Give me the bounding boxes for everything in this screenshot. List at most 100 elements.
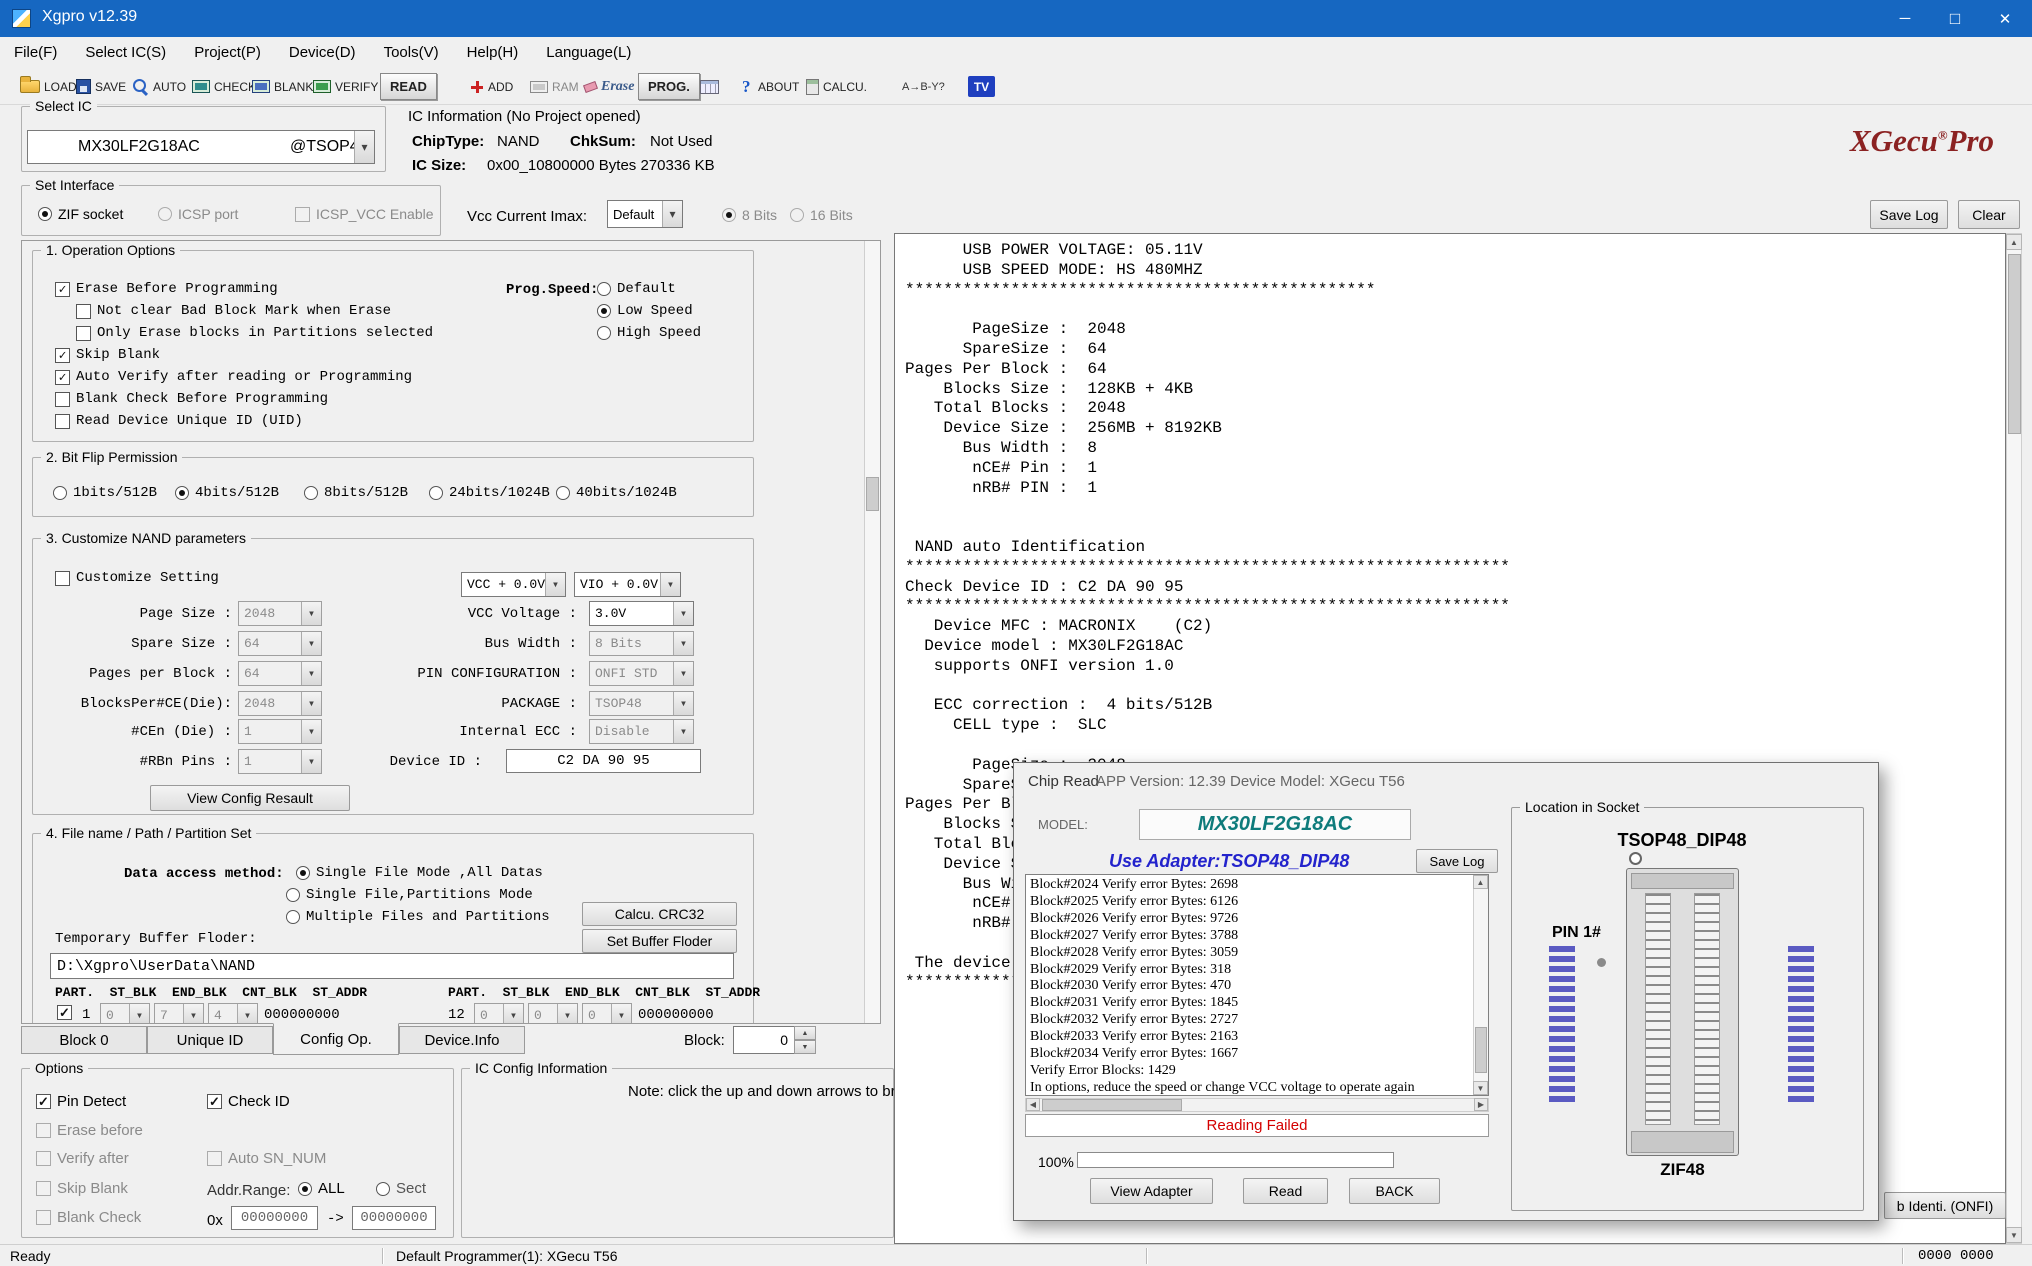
dropdown-arrow[interactable]: [301, 720, 321, 743]
scrollbar-thumb[interactable]: [1475, 1027, 1487, 1073]
vcc-offset-combobox[interactable]: VCC + 0.0V: [461, 572, 566, 597]
save-button[interactable]: SAVE: [76, 73, 126, 100]
scroll-down-arrow[interactable]: [1473, 1081, 1488, 1095]
dropdown-arrow[interactable]: [503, 1004, 523, 1024]
page-size-combobox[interactable]: 2048: [238, 601, 322, 626]
vcc-imax-combobox[interactable]: Default: [607, 200, 683, 228]
check-id-checkbox[interactable]: Check ID: [207, 1093, 290, 1110]
multiple-files-partitions-radio[interactable]: Multiple Files and Partitions: [286, 909, 550, 925]
calc-crc32-button[interactable]: Calcu. CRC32: [582, 902, 737, 926]
prog-button[interactable]: PROG.: [638, 73, 700, 100]
cen-die-combobox[interactable]: 1: [238, 719, 322, 744]
skip-blank-option-checkbox[interactable]: Skip Blank: [36, 1180, 128, 1197]
single-file-mode-radio[interactable]: Single File Mode ,All Datas: [296, 865, 543, 881]
select-ic-combobox[interactable]: MX30LF2G18AC @TSOP48: [27, 130, 375, 164]
scroll-left-arrow[interactable]: [1026, 1098, 1040, 1111]
vcc-imax-dropdown-arrow[interactable]: [662, 201, 682, 227]
menu-device[interactable]: Device(D): [275, 37, 370, 68]
dropdown-arrow[interactable]: [183, 1004, 203, 1024]
partition-row-checkbox[interactable]: [57, 1005, 72, 1020]
dropdown-arrow[interactable]: [301, 602, 321, 625]
pin-detect-checkbox[interactable]: Pin Detect: [36, 1093, 126, 1110]
blank-check-before-checkbox[interactable]: Blank Check Before Programming: [55, 391, 328, 407]
blank-button[interactable]: BLANK: [252, 73, 313, 100]
verify-error-list[interactable]: Block#2024 Verify error Bytes: 2698 Bloc…: [1025, 874, 1489, 1096]
erase-before-programming-checkbox[interactable]: Erase Before Programming: [55, 281, 278, 297]
menu-tools[interactable]: Tools(V): [370, 37, 453, 68]
partition-stblk-left[interactable]: 0: [100, 1003, 150, 1024]
icsp-port-radio[interactable]: ICSP port: [158, 206, 238, 222]
aby-button[interactable]: A→B-Y?: [902, 73, 945, 100]
dropdown-arrow[interactable]: [237, 1004, 257, 1024]
blank-check-checkbox[interactable]: Blank Check: [36, 1209, 141, 1226]
bitflip-24bits-radio[interactable]: 24bits/1024B: [429, 485, 550, 501]
single-file-partitions-radio[interactable]: Single File,Partitions Mode: [286, 887, 533, 903]
partition-stblk-right[interactable]: 0: [474, 1003, 524, 1024]
tab-unique-id[interactable]: Unique ID: [147, 1026, 273, 1054]
skip-blank-checkbox[interactable]: Skip Blank: [55, 347, 160, 363]
dropdown-arrow[interactable]: [557, 1004, 577, 1024]
vio-offset-combobox[interactable]: VIO + 0.0V: [574, 572, 681, 597]
scrollbar-thumb[interactable]: [2008, 254, 2021, 434]
blocks-per-ce-combobox[interactable]: 2048: [238, 691, 322, 716]
set-buffer-folder-button[interactable]: Set Buffer Floder: [582, 929, 737, 953]
minimize-button[interactable]: [1880, 0, 1930, 37]
grid-button[interactable]: [700, 73, 719, 100]
save-log-button[interactable]: Save Log: [1870, 200, 1948, 229]
scroll-down-arrow[interactable]: [2006, 1227, 2022, 1243]
dropdown-arrow[interactable]: [301, 662, 321, 685]
dropdown-arrow[interactable]: [301, 692, 321, 715]
menu-help[interactable]: Help(H): [453, 37, 533, 68]
partition-cntblk-right[interactable]: 0: [582, 1003, 632, 1024]
dropdown-arrow[interactable]: [129, 1004, 149, 1024]
dropdown-arrow[interactable]: [660, 573, 680, 596]
partition-endblk-right[interactable]: 0: [528, 1003, 578, 1024]
scroll-up-arrow[interactable]: [2006, 234, 2022, 250]
speed-low-radio[interactable]: Low Speed: [597, 303, 693, 319]
console-scrollbar[interactable]: [2006, 233, 2022, 1244]
auto-verify-checkbox[interactable]: Auto Verify after reading or Programming: [55, 369, 412, 385]
list-h-scrollbar[interactable]: [1025, 1098, 1489, 1112]
bitflip-1bits-radio[interactable]: 1bits/512B: [53, 485, 157, 501]
dialog-save-log-button[interactable]: Save Log: [1416, 849, 1498, 873]
speed-high-radio[interactable]: High Speed: [597, 325, 701, 341]
vcc-voltage-combobox[interactable]: 3.0V: [589, 601, 694, 626]
buffer-path-field[interactable]: D:\Xgpro\UserData\NAND: [50, 953, 734, 979]
internal-ecc-combobox[interactable]: Disable: [589, 719, 694, 744]
auto-sn-checkbox[interactable]: Auto SN_NUM: [207, 1150, 326, 1167]
addr-all-radio[interactable]: ALL: [298, 1180, 345, 1197]
read-button[interactable]: READ: [380, 73, 437, 100]
menu-select-ic[interactable]: Select IC(S): [71, 37, 180, 68]
ram-button[interactable]: RAM: [530, 73, 579, 100]
block-spin-down[interactable]: [794, 1040, 816, 1054]
verify-after-checkbox[interactable]: Verify after: [36, 1150, 129, 1167]
select-ic-dropdown-arrow[interactable]: [354, 131, 374, 163]
addr-from-field[interactable]: 00000000: [231, 1206, 318, 1230]
back-button[interactable]: BACK: [1349, 1178, 1440, 1204]
bitflip-4bits-radio[interactable]: 4bits/512B: [175, 485, 279, 501]
speed-default-radio[interactable]: Default: [597, 281, 676, 297]
tab-config-op[interactable]: Config Op.: [273, 1023, 399, 1055]
add-button[interactable]: ADD: [470, 73, 513, 100]
bitflip-8bits-radio[interactable]: 8bits/512B: [304, 485, 408, 501]
partition-cntblk-left[interactable]: 4: [208, 1003, 258, 1024]
block-spin-up[interactable]: [794, 1026, 816, 1040]
view-adapter-button[interactable]: View Adapter: [1090, 1178, 1213, 1204]
erase-button[interactable]: Erase: [584, 73, 634, 100]
tab-block0[interactable]: Block 0: [21, 1026, 147, 1054]
dropdown-arrow[interactable]: [673, 662, 693, 685]
zif-socket-radio[interactable]: ZIF socket: [38, 206, 123, 222]
calcu-button[interactable]: CALCU.: [806, 73, 867, 100]
dropdown-arrow[interactable]: [673, 720, 693, 743]
icsp-vcc-checkbox[interactable]: ICSP_VCC Enable: [295, 206, 434, 222]
about-button[interactable]: ABOUT: [742, 73, 799, 100]
block-number-field[interactable]: 0: [733, 1026, 795, 1054]
addr-to-field[interactable]: 00000000: [352, 1206, 436, 1230]
8bits-radio[interactable]: 8 Bits: [722, 207, 777, 223]
verify-button[interactable]: VERIFY: [313, 73, 378, 100]
pages-per-block-combobox[interactable]: 64: [238, 661, 322, 686]
view-config-result-button[interactable]: View Config Resault: [150, 785, 350, 811]
partition-endblk-left[interactable]: 7: [154, 1003, 204, 1024]
package-combobox[interactable]: TSOP48: [589, 691, 694, 716]
addr-sect-radio[interactable]: Sect: [376, 1180, 426, 1197]
